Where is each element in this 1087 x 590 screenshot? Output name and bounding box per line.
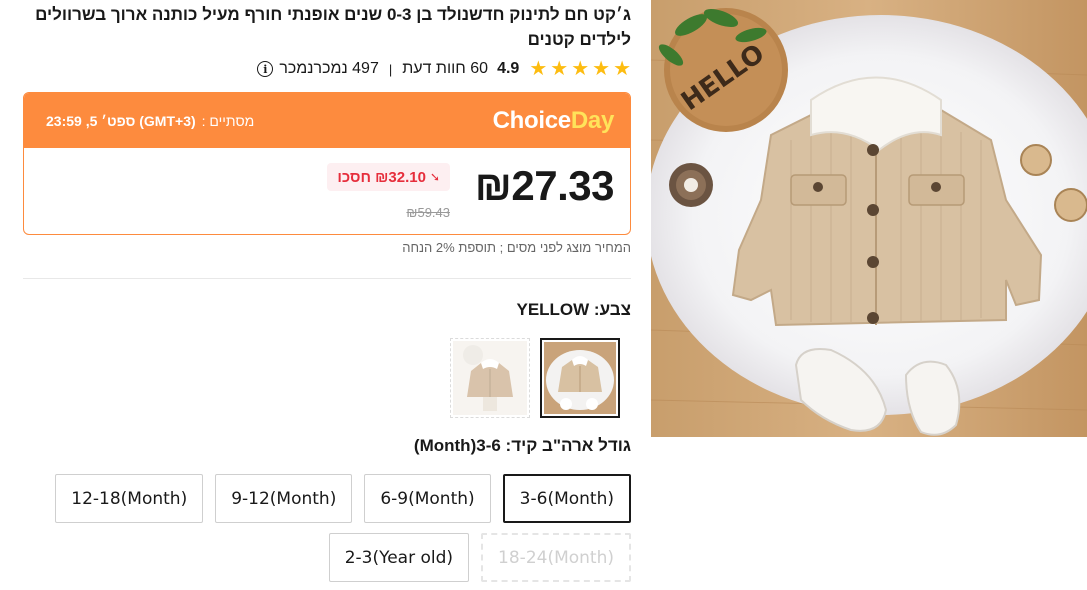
price-card: ChoiceDay מסתיים : ספט׳ 5, 23:59 (GMT+3)… [23,92,631,235]
star-icon: ★ [571,58,590,80]
rating-row: ★ ★ ★ ★ ★ 4.9 60 חוות דעת | 497 נמכרנמכר… [257,58,631,80]
reviews-link[interactable]: 60 חוות דעת [402,60,488,78]
info-icon[interactable]: i [257,61,274,77]
swatch-alt-thumb [453,341,527,415]
size-option-9-12-month[interactable]: 9-12(Month) [215,474,353,523]
swatch-alt[interactable] [450,338,530,418]
ends-label: מסתיים : [201,112,255,129]
logo-choice: Choice [492,106,572,134]
original-price: ₪59.43 [406,205,450,220]
swatch-yellow-thumb [544,342,616,414]
size-option-2-3-year[interactable]: 2-3(Year old) [328,533,470,582]
separator: | [388,61,393,77]
sold-count: 497 נמכרנמכר [279,60,379,77]
rating-score: 4.9 [497,60,520,77]
color-swatches [450,338,620,418]
size-option-18-24-month: 18-24(Month) [481,533,631,582]
down-arrow-icon: ➘ [429,170,440,184]
save-badge: ➘ ₪32.10 חסכו [327,163,450,191]
choice-day-logo: ChoiceDay [492,106,615,135]
choice-day-banner: ChoiceDay מסתיים : ספט׳ 5, 23:59 (GMT+3) [24,93,630,148]
color-label: צבע: YELLOW [516,300,631,319]
tax-note: המחיר מוצג לפני מסים ; תוספת 2% הנחה [402,240,631,255]
ends-time: ספט׳ 5, 23:59 (GMT+3) [46,112,196,129]
save-amount: ₪32.10 חסכו [337,168,426,186]
star-icon: ★ [613,58,631,80]
logo-day: Day [570,106,614,134]
size-option-3-6-month[interactable]: 3-6(Month) [502,474,631,523]
current-price: ₪27.33 [474,162,615,209]
swatch-yellow[interactable] [540,338,620,418]
divider [23,278,631,279]
rating-stars: ★ ★ ★ ★ ★ [529,59,631,79]
jacket-photo: HELLO [651,0,1087,437]
product-title: ג׳קט חם לתינוק חדשנולד בן 0-3 שנים אופנת… [35,5,631,49]
star-icon: ★ [592,58,611,80]
size-option-6-9-month[interactable]: 6-9(Month) [364,474,491,523]
star-icon: ★ [550,58,569,80]
promo-ends: מסתיים : ספט׳ 5, 23:59 (GMT+3) [46,113,254,129]
star-icon: ★ [529,58,548,80]
size-label: גודל ארה"ב קיד: 3-6(Month) [413,436,631,455]
size-options: 3-6(Month) 6-9(Month) 9-12(Month) 12-18(… [23,474,631,582]
price-body: ₪27.33 ➘ ₪32.10 חסכו ₪59.43 [24,148,630,234]
size-option-12-18-month[interactable]: 12-18(Month) [55,474,204,523]
product-image[interactable]: HELLO [651,0,1087,437]
